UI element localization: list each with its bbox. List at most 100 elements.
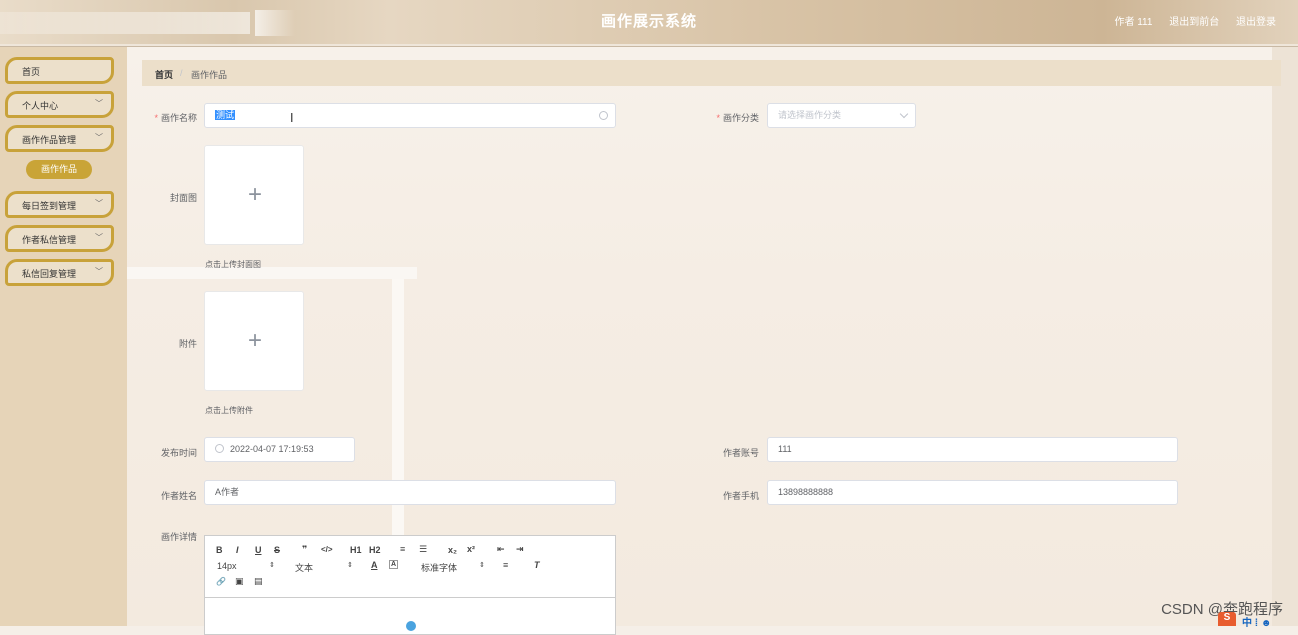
outdent-button[interactable]: ⇤ — [497, 544, 505, 555]
select-arrow-icon: ⇕ — [347, 562, 353, 569]
subscript-button[interactable]: x₂ — [448, 545, 457, 555]
sidebar-item-author-messages[interactable]: 作者私信管理 ﹀ — [5, 225, 114, 252]
cover-upload-button[interactable]: + — [204, 145, 304, 245]
input-value: 111 — [778, 444, 792, 454]
sidebar-item-message-replies[interactable]: 私信回复管理 ﹀ — [5, 259, 114, 286]
sidebar-item-label: 画作作品管理 — [22, 135, 77, 145]
category-field-label: * 画作分类 — [700, 111, 759, 124]
system-tray: S 中 ⁞ ☻ — [1218, 612, 1298, 629]
font-size-select[interactable]: 14px ⇕ — [217, 561, 275, 571]
code-block-button[interactable]: </> — [321, 545, 333, 554]
heading1-button[interactable]: H1 — [350, 545, 362, 555]
text-type-value: 文本 — [295, 563, 314, 573]
attachment-upload-tip: 点击上传附件 — [205, 406, 253, 415]
align-button[interactable]: ≡ — [503, 560, 508, 570]
font-family-value: 标准字体 — [421, 563, 458, 573]
bullet-list-button[interactable]: ☰ — [419, 544, 427, 555]
cover-upload-tip: 点击上传封面图 — [205, 260, 261, 269]
sidebar-item-artwork-management[interactable]: 画作作品管理 ﹀ — [5, 125, 114, 152]
top-header: 画作展示系统 作者 111 退出到前台 退出登录 — [0, 0, 1298, 47]
author-name-label: 作者姓名 — [160, 491, 197, 501]
font-family-select[interactable]: 标准字体 ⇕ — [421, 561, 485, 574]
input-value: 2022-04-07 17:19:53 — [230, 444, 314, 454]
logout-link[interactable]: 退出登录 — [1236, 17, 1276, 28]
input-value: A作者 — [215, 487, 240, 497]
attachment-upload-button[interactable]: + — [204, 291, 304, 391]
user-label: 作者 111 — [1114, 17, 1153, 28]
strikethrough-button[interactable]: S — [274, 545, 280, 555]
text-type-select[interactable]: 文本 ⇕ — [295, 561, 353, 574]
name-field-label: * 画作名称 — [140, 111, 197, 124]
background-decoration — [127, 267, 417, 279]
italic-button[interactable]: I — [236, 545, 239, 555]
input-value: 13898888888 — [778, 487, 834, 497]
plus-icon: + — [247, 327, 262, 354]
sidebar: 首页 个人中心 ﹀ 画作作品管理 ﹀ 画作作品 每日签到管理 ﹀ 作者私信管理 … — [0, 47, 127, 626]
select-arrow-icon: ⇕ — [479, 562, 485, 569]
editor-toolbar: B I U S ❞ </> H1 H2 ≡ ☰ x₂ x² ⇤ ⇥ 14px ⇕ … — [205, 536, 615, 598]
image-button[interactable]: ▣ — [235, 576, 244, 587]
sidebar-item-label: 私信回复管理 — [22, 269, 77, 279]
ordered-list-button[interactable]: ≡ — [400, 544, 405, 554]
label-text: 画作名称 — [160, 113, 197, 123]
label-text: 画作分类 — [722, 113, 759, 123]
clear-format-button[interactable]: T — [534, 560, 540, 570]
required-mark: * — [154, 113, 158, 123]
sidebar-item-label: 每日签到管理 — [22, 201, 77, 211]
heading2-button[interactable]: H2 — [369, 545, 381, 555]
author-name-input[interactable]: A作者 — [204, 480, 616, 505]
background-color-button[interactable]: A — [389, 560, 399, 569]
breadcrumb-home[interactable]: 首页 — [155, 68, 173, 81]
header-actions: 作者 111 退出到前台 退出登录 — [1100, 13, 1276, 28]
underline-button[interactable]: U — [255, 545, 262, 555]
breadcrumb: 首页 / 画作作品 — [142, 60, 1281, 86]
artwork-category-select[interactable]: 请选择画作分类 — [767, 103, 916, 128]
input-method-icon[interactable]: S — [1218, 612, 1236, 626]
font-color-button[interactable]: A — [371, 560, 378, 570]
breadcrumb-current: 画作作品 — [191, 70, 228, 80]
video-button[interactable]: ▤ — [254, 576, 263, 587]
publish-time-picker[interactable]: 2022-04-07 17:19:53 — [204, 437, 355, 462]
publish-time-label: 发布时间 — [160, 448, 197, 458]
author-account-input[interactable]: 111 — [767, 437, 1178, 462]
artwork-name-input[interactable]: 测试 — [204, 103, 616, 128]
required-mark: * — [716, 113, 720, 123]
sidebar-item-label: 个人中心 — [22, 101, 59, 111]
sidebar-item-personal-center[interactable]: 个人中心 ﹀ — [5, 91, 114, 118]
font-size-value: 14px — [217, 561, 237, 571]
back-to-frontend-link[interactable]: 退出到前台 — [1169, 17, 1219, 28]
author-phone-label: 作者手机 — [722, 491, 759, 501]
select-placeholder: 请选择画作分类 — [778, 110, 842, 120]
superscript-button[interactable]: x² — [467, 544, 475, 554]
select-arrow-icon: ⇕ — [269, 562, 275, 569]
chevron-down-icon: ﹀ — [95, 199, 103, 208]
clear-icon[interactable] — [599, 111, 608, 120]
author-phone-input[interactable]: 13898888888 — [767, 480, 1178, 505]
cover-field-label: 封面图 — [169, 193, 197, 203]
link-button[interactable]: 🔗 — [216, 577, 226, 586]
sidebar-item-label: 作者私信管理 — [22, 235, 77, 245]
details-label: 画作详情 — [160, 532, 197, 542]
tray-status: 中 ⁞ ☻ — [1242, 618, 1272, 629]
chevron-down-icon: ﹀ — [95, 133, 103, 142]
plus-icon: + — [247, 181, 262, 208]
sidebar-subitem-artworks[interactable]: 画作作品 — [26, 160, 92, 179]
sidebar-item-label: 首页 — [22, 67, 41, 77]
chevron-down-icon: ﹀ — [95, 267, 103, 276]
bold-button[interactable]: B — [216, 545, 223, 555]
rich-text-editor[interactable]: B I U S ❞ </> H1 H2 ≡ ☰ x₂ x² ⇤ ⇥ 14px ⇕ … — [204, 535, 616, 635]
author-account-label: 作者账号 — [722, 448, 759, 458]
text-cursor-icon: I — [290, 111, 294, 125]
sidebar-item-daily-checkin[interactable]: 每日签到管理 ﹀ — [5, 191, 114, 218]
input-value: 测试 — [215, 110, 236, 120]
indent-button[interactable]: ⇥ — [516, 544, 524, 555]
loading-indicator-icon — [406, 621, 416, 631]
breadcrumb-separator: / — [180, 68, 183, 78]
chevron-down-icon: ﹀ — [95, 99, 103, 108]
attachment-field-label: 附件 — [178, 339, 197, 349]
clock-icon — [215, 444, 224, 453]
chevron-down-icon — [899, 109, 909, 119]
sidebar-item-home[interactable]: 首页 — [5, 57, 114, 84]
blockquote-button[interactable]: ❞ — [302, 544, 307, 555]
chevron-down-icon: ﹀ — [95, 233, 103, 242]
